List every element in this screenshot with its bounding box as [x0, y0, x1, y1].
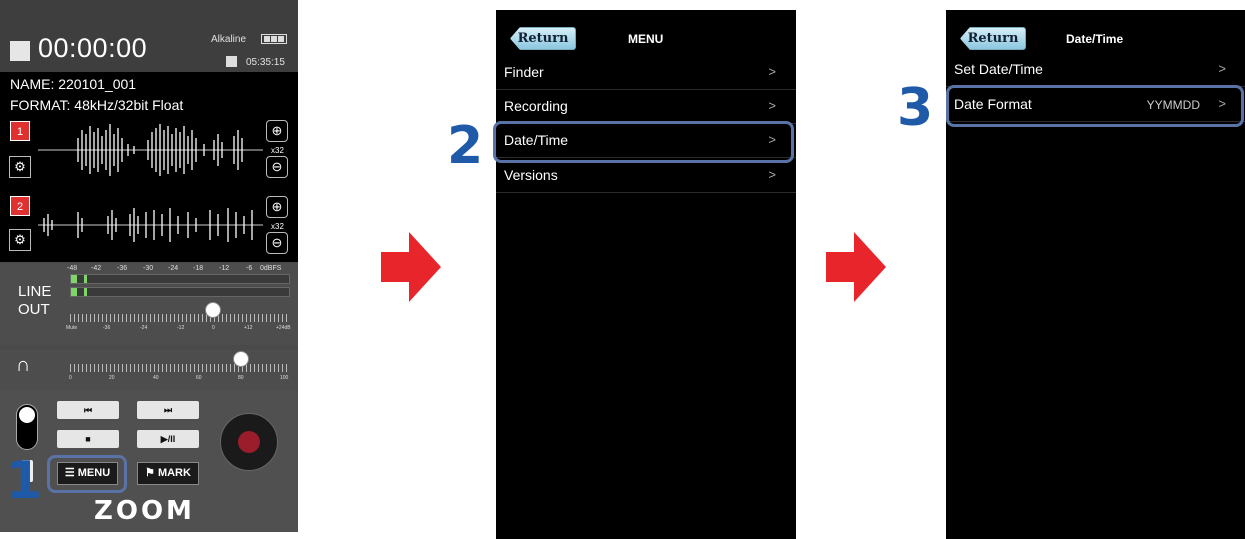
stop-status-icon	[10, 41, 30, 61]
menu-item-recording[interactable]: Recording >	[496, 90, 796, 124]
stop-button[interactable]: ■	[57, 430, 119, 448]
track-1-badge[interactable]: 1	[10, 121, 30, 141]
line-out-label-line2: OUT	[18, 301, 50, 318]
time-counter: 00:00:00	[38, 33, 148, 63]
menu-item-label: Recording	[504, 98, 568, 114]
meter-channel-1	[70, 274, 290, 284]
play-pause-button[interactable]: ▶/II	[137, 430, 199, 448]
track-2-waveform	[38, 208, 263, 242]
battery-icon	[261, 34, 287, 44]
meter-scale-label: -42	[91, 265, 102, 272]
meter-scale-label: -36	[117, 265, 128, 272]
return-button[interactable]: Return	[960, 27, 1026, 50]
date-time-title: Date/Time	[1066, 32, 1124, 46]
line-scale-label: +12	[244, 325, 253, 331]
next-arrow-icon	[826, 232, 886, 302]
headphone-volume-slider[interactable]	[70, 364, 290, 372]
return-button[interactable]: Return	[510, 27, 576, 50]
name-value: 220101_001	[58, 76, 137, 92]
format-label: FORMAT:	[10, 97, 71, 113]
line-out-slider[interactable]	[70, 314, 290, 322]
remaining-time: 05:35:15	[246, 57, 285, 68]
meter-scale-label: -48	[67, 265, 78, 272]
menu-item-finder[interactable]: Finder >	[496, 56, 796, 90]
recorder-screen: 00:00:00 Alkaline 05:35:15 NAME: 220101_…	[0, 0, 298, 532]
menu-screen: Return MENU Finder > Recording > Date/Ti…	[493, 10, 796, 539]
step-3-number: 3	[897, 78, 934, 138]
track-1-zoom-out-icon[interactable]: ⊖	[266, 156, 288, 178]
meter-scale-label: -24	[168, 265, 179, 272]
track-2-settings-gear-icon[interactable]: ⚙	[9, 229, 31, 251]
line-scale-label: -24	[140, 325, 148, 331]
line-out-label-line1: LINE	[18, 283, 52, 300]
meter-scale-label: -30	[143, 265, 154, 272]
meter-channel-2	[70, 287, 290, 297]
line-out-slider-knob[interactable]	[205, 302, 221, 318]
menu-title: MENU	[628, 32, 664, 46]
track-1-zoom-level: x32	[271, 146, 284, 155]
track-2-zoom-out-icon[interactable]: ⊖	[266, 232, 288, 254]
track-1-settings-gear-icon[interactable]: ⚙	[9, 156, 31, 178]
phones-scale-label: 100	[280, 375, 289, 381]
line-scale-label: -36	[103, 325, 111, 331]
phones-scale-label: 0	[69, 375, 72, 381]
track-2-badge[interactable]: 2	[10, 196, 30, 216]
format-value: 48kHz/32bit Float	[74, 97, 184, 113]
phones-scale-label: 60	[196, 375, 202, 381]
hold-toggle[interactable]	[16, 404, 38, 450]
record-button[interactable]	[220, 413, 278, 471]
menu-item-label: Versions	[504, 167, 558, 183]
track-2-zoom-level: x32	[271, 222, 284, 231]
line-scale-label: 0	[212, 325, 215, 331]
menu-item-label: Finder	[504, 64, 544, 80]
track-1-zoom-in-icon[interactable]: ⊕	[266, 120, 288, 142]
menu-button-highlight	[47, 455, 127, 493]
line-scale-label: Mute	[66, 325, 78, 331]
chevron-right-icon: >	[1218, 61, 1226, 76]
date-time-highlight	[493, 121, 794, 163]
meter-scale-label: -12	[219, 265, 230, 272]
date-time-screen: Return Date/Time Set Date/Time > Date Fo…	[946, 10, 1245, 539]
chevron-right-icon: >	[768, 64, 776, 79]
line-scale-label: +24dB	[276, 325, 291, 331]
mark-button[interactable]: ⚑ MARK	[137, 462, 199, 485]
rewind-button[interactable]: ⏮	[57, 401, 119, 419]
step-1-number: 1	[6, 451, 43, 511]
track-1-waveform	[38, 124, 263, 176]
fast-forward-button[interactable]: ⏭	[137, 401, 199, 419]
phones-scale-label: 80	[238, 375, 244, 381]
line-out-label: LINE OUT	[18, 283, 51, 319]
step-2-number: 2	[447, 116, 484, 176]
sd-card-icon	[226, 56, 237, 67]
headphone-volume-knob[interactable]	[233, 351, 249, 367]
format-row: FORMAT: 48kHz/32bit Float	[10, 97, 183, 113]
file-name-row: NAME: 220101_001	[10, 76, 136, 92]
battery-type: Alkaline	[211, 34, 247, 45]
chevron-right-icon: >	[768, 167, 776, 182]
menu-item-set-date-time[interactable]: Set Date/Time >	[946, 53, 1245, 87]
track-2-zoom-in-icon[interactable]: ⊕	[266, 196, 288, 218]
date-format-highlight	[946, 85, 1244, 127]
next-arrow-icon	[381, 232, 441, 302]
zoom-logo: ZOOM	[94, 496, 195, 526]
phones-scale-label: 40	[153, 375, 159, 381]
line-scale-label: -12	[177, 325, 185, 331]
meter-scale-label: -18	[193, 265, 204, 272]
phones-scale-label: 20	[109, 375, 115, 381]
chevron-right-icon: >	[768, 98, 776, 113]
menu-item-versions[interactable]: Versions >	[496, 159, 796, 193]
menu-item-label: Set Date/Time	[954, 61, 1043, 77]
name-label: NAME:	[10, 76, 55, 92]
meter-scale-label: -6	[246, 265, 253, 272]
meter-scale-label: 0dBFS	[260, 265, 282, 272]
headphones-icon: ∩	[16, 354, 31, 376]
mark-button-label: MARK	[157, 467, 191, 479]
